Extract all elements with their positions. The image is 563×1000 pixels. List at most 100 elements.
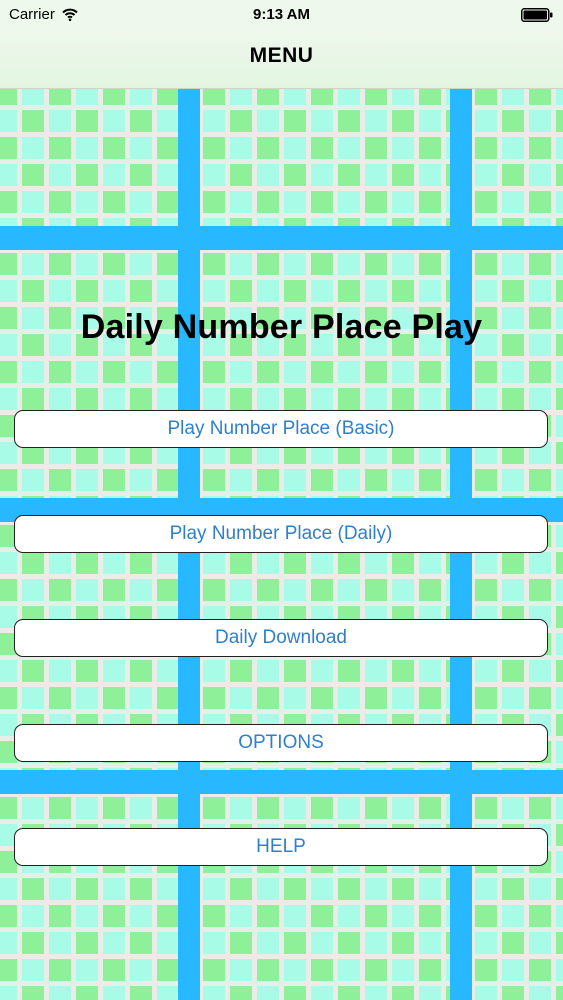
grid-tile: [338, 137, 360, 159]
grid-tile: [130, 986, 152, 1000]
grid-tile: [257, 361, 279, 383]
grid-tile: [338, 88, 360, 105]
grid-tile: [419, 88, 441, 105]
grid-tile: [0, 579, 17, 601]
grid-tile: [475, 579, 497, 601]
grid-tile: [365, 137, 387, 159]
grid-tile: [103, 878, 125, 900]
grid-tile: [311, 137, 333, 159]
grid-tile: [103, 905, 125, 927]
grid-tile: [76, 137, 98, 159]
grid-tile: [257, 579, 279, 601]
app-title: Daily Number Place Play: [80, 308, 483, 346]
grid-tile: [22, 469, 44, 491]
grid-tile: [230, 660, 252, 682]
help-button[interactable]: HELP: [14, 828, 548, 866]
grid-tile: [203, 110, 225, 132]
grid-tile: [103, 88, 125, 105]
grid-tile: [157, 253, 179, 275]
grid-tile: [76, 110, 98, 132]
grid-tile: [392, 280, 414, 302]
grid-tile: [502, 110, 524, 132]
grid-tile: [103, 164, 125, 186]
grid-tile: [103, 959, 125, 981]
grid-tile: [529, 932, 551, 954]
grid-tile: [392, 797, 414, 819]
grid-tile: [49, 660, 71, 682]
grid-tile: [556, 824, 563, 846]
grid-tile: [556, 714, 563, 736]
grid-tile: [257, 552, 279, 574]
grid-tile: [49, 959, 71, 981]
grid-tile: [130, 361, 152, 383]
grid-tile: [157, 905, 179, 927]
grid-tile: [257, 253, 279, 275]
grid-tile: [203, 137, 225, 159]
grid-tile: [365, 191, 387, 213]
grid-tile: [529, 660, 551, 682]
grid-tile: [365, 552, 387, 574]
grid-tile: [419, 388, 441, 410]
grid-tile: [103, 110, 125, 132]
grid-tile: [502, 88, 524, 105]
grid-tile: [203, 88, 225, 105]
grid-tile: [0, 932, 17, 954]
grid-tile: [103, 469, 125, 491]
daily-download-button[interactable]: Daily Download: [14, 619, 548, 657]
grid-tile: [157, 878, 179, 900]
grid-tile: [130, 959, 152, 981]
grid-tile: [556, 253, 563, 275]
grid-tile: [103, 660, 125, 682]
grid-tile: [49, 137, 71, 159]
grid-tile: [556, 191, 563, 213]
options-button[interactable]: OPTIONS: [14, 724, 548, 762]
grid-tile: [157, 660, 179, 682]
grid-tile: [529, 797, 551, 819]
grid-tile: [311, 932, 333, 954]
grid-tile: [0, 660, 17, 682]
grid-tile: [22, 687, 44, 709]
grid-tile: [49, 905, 71, 927]
grid-tile: [419, 579, 441, 601]
grid-tile: [392, 687, 414, 709]
grid-tile: [22, 878, 44, 900]
grid-tile: [230, 361, 252, 383]
grid-tile: [556, 660, 563, 682]
grid-tile: [157, 361, 179, 383]
grid-tile: [257, 88, 279, 105]
grid-tile: [419, 905, 441, 927]
grid-tile: [257, 110, 279, 132]
status-bar: Carrier 9:13 AM: [0, 0, 563, 30]
grid-tile: [230, 191, 252, 213]
grid-tile: [338, 959, 360, 981]
grid-tile: [230, 959, 252, 981]
grid-tile: [157, 932, 179, 954]
grid-tile: [419, 797, 441, 819]
grid-tile: [502, 579, 524, 601]
grid-tile: [365, 932, 387, 954]
grid-tile: [392, 164, 414, 186]
grid-tile: [103, 797, 125, 819]
grid-tile: [365, 110, 387, 132]
play-basic-button[interactable]: Play Number Place (Basic): [14, 410, 548, 448]
grid-tile: [392, 88, 414, 105]
grid-tile: [230, 137, 252, 159]
grid-tile: [502, 191, 524, 213]
play-daily-button[interactable]: Play Number Place (Daily): [14, 515, 548, 553]
grid-tile: [475, 959, 497, 981]
grid-tile: [0, 110, 17, 132]
grid-tile: [0, 388, 17, 410]
grid-tile: [311, 552, 333, 574]
grid-tile: [157, 388, 179, 410]
grid-tile: [419, 552, 441, 574]
grid-tile: [22, 797, 44, 819]
grid-tile: [0, 280, 17, 302]
grid-tile: [103, 687, 125, 709]
grid-tile: [475, 137, 497, 159]
grid-tile: [502, 280, 524, 302]
grid-tile: [475, 878, 497, 900]
grid-tile: [130, 164, 152, 186]
grid-tile: [556, 741, 563, 763]
grid-tile: [103, 191, 125, 213]
grid-tile: [22, 552, 44, 574]
